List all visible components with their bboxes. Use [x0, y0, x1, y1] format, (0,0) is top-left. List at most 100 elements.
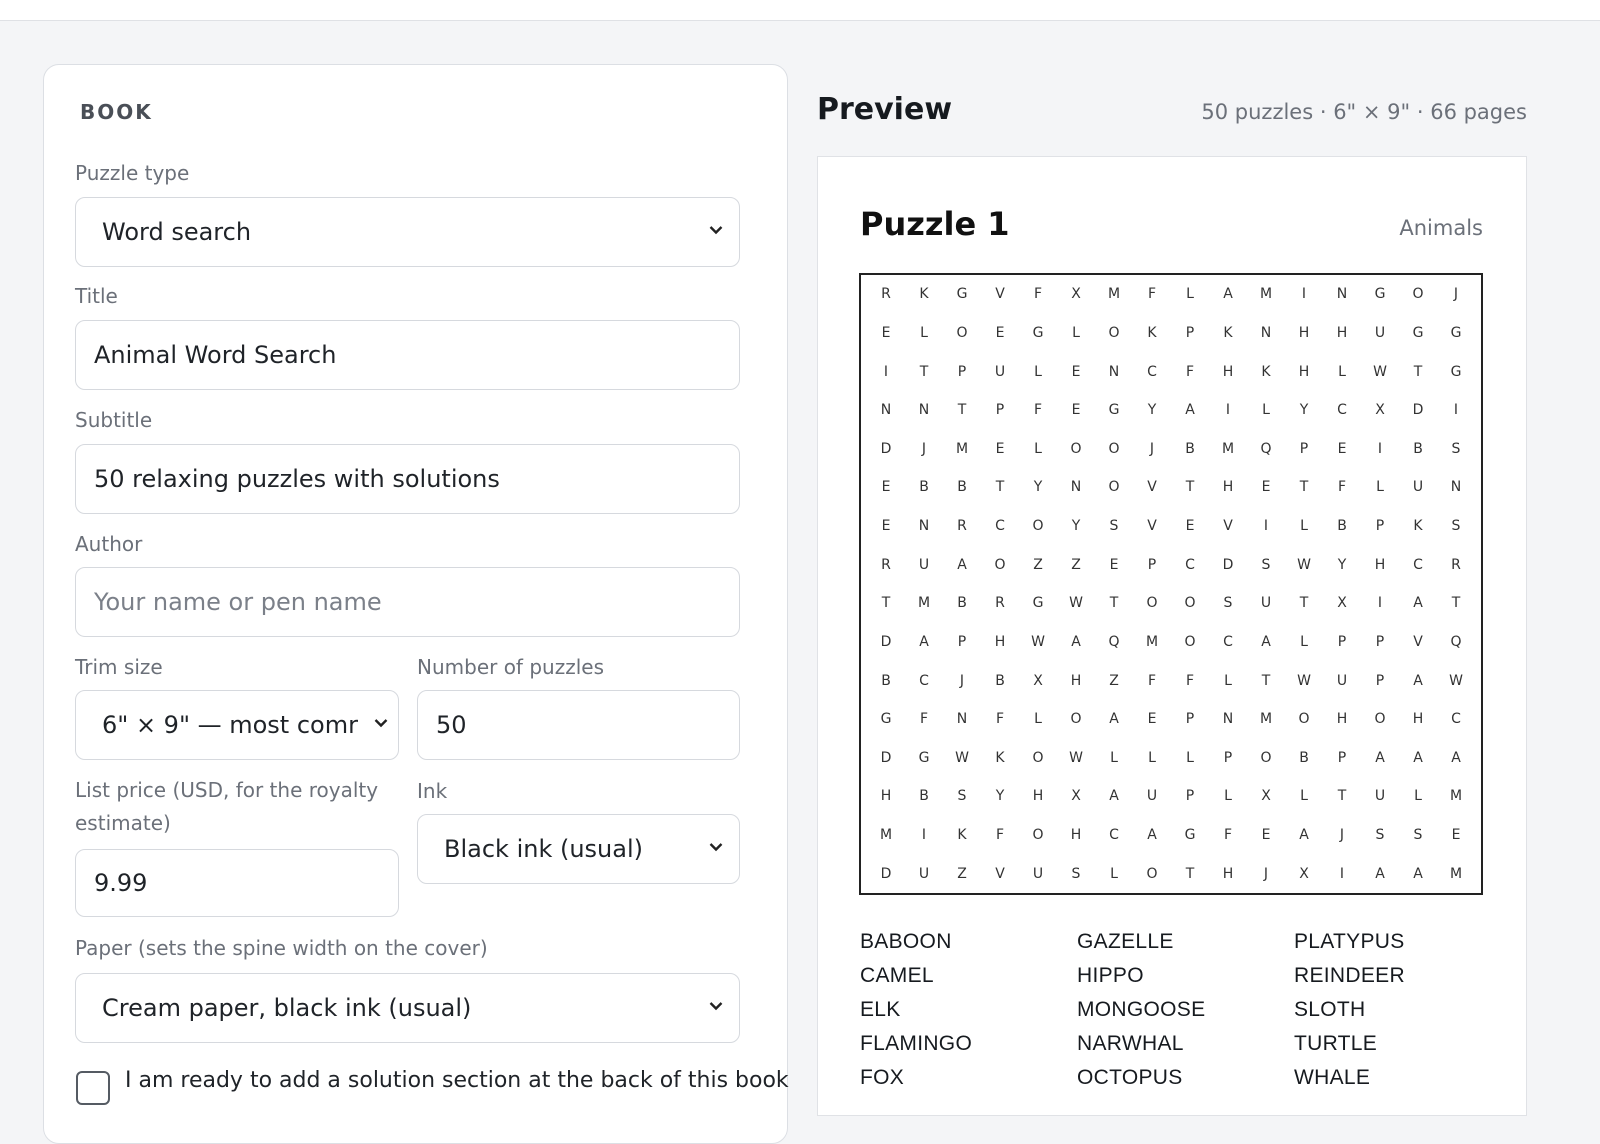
preview-heading: Preview: [817, 92, 953, 127]
grid-cell: P: [1375, 518, 1385, 535]
grid-cell: N: [918, 402, 930, 419]
grid-cell: A: [957, 556, 967, 573]
grid-cell: Y: [1071, 518, 1081, 535]
grid-cell: A: [1375, 749, 1385, 766]
grid-cell: U: [1374, 788, 1386, 805]
grid-cell: O: [1032, 749, 1044, 766]
grid-cell: L: [1034, 363, 1042, 380]
grid-cell: L: [1338, 363, 1346, 380]
title-input[interactable]: [75, 320, 740, 390]
grid-cell: F: [995, 711, 1005, 728]
num-puzzles-input[interactable]: [417, 690, 740, 760]
grid-cell: W: [1031, 633, 1045, 650]
trim-size-select[interactable]: 6" × 9" — most comr: [75, 690, 399, 760]
grid-cell: L: [1072, 324, 1080, 341]
grid-cell: Q: [1108, 633, 1120, 650]
grid-cell: F: [1147, 286, 1157, 303]
grid-cell: D: [1412, 402, 1424, 419]
grid-cell: L: [1186, 286, 1194, 303]
grid-cell: I: [1225, 402, 1231, 419]
paper-label: Paper (sets the spine width on the cover…: [75, 936, 488, 960]
word-list-item: ELK: [860, 998, 901, 1021]
grid-cell: A: [1109, 711, 1119, 728]
grid-cell: F: [1223, 827, 1233, 844]
word-list-item: SLOTH: [1294, 998, 1366, 1021]
grid-cell: T: [881, 595, 891, 612]
puzzle-type-select[interactable]: Word search: [75, 197, 740, 267]
grid-cell: X: [1299, 865, 1309, 882]
chevron-down-icon: [709, 1001, 723, 1015]
grid-cell: D: [880, 633, 892, 650]
grid-cell: E: [995, 324, 1005, 341]
grid-cell: V: [1147, 479, 1157, 496]
grid-cell: O: [1146, 595, 1158, 612]
grid-cell: J: [1149, 440, 1155, 457]
grid-cell: P: [1375, 672, 1385, 689]
grid-cell: P: [1185, 788, 1195, 805]
grid-cell: O: [1070, 440, 1082, 457]
grid-cell: O: [1298, 711, 1310, 728]
subtitle-input[interactable]: [75, 444, 740, 514]
grid-cell: E: [1109, 556, 1119, 573]
grid-cell: B: [957, 595, 967, 612]
grid-cell: L: [1110, 865, 1118, 882]
grid-cell: S: [1071, 865, 1081, 882]
grid-cell: P: [957, 633, 967, 650]
grid-cell: B: [1337, 518, 1347, 535]
word-list: BABOON GAZELLE PLATYPUS CAMEL HIPPO REINDEER E…: [860, 925, 1510, 1095]
grid-cell: X: [1071, 788, 1081, 805]
grid-cell: V: [1223, 518, 1233, 535]
grid-cell: F: [1033, 402, 1043, 419]
grid-cell: E: [995, 440, 1005, 457]
grid-cell: F: [1337, 479, 1347, 496]
trim-size-label: Trim size: [75, 655, 163, 679]
grid-cell: B: [919, 479, 929, 496]
grid-cell: W: [955, 749, 969, 766]
grid-cell: D: [880, 749, 892, 766]
solutions-checkbox[interactable]: [76, 1071, 110, 1105]
grid-cell: J: [1339, 827, 1345, 844]
grid-cell: K: [1261, 363, 1271, 380]
grid-cell: Y: [995, 788, 1005, 805]
ink-select[interactable]: Black ink (usual): [417, 814, 740, 884]
grid-cell: O: [1146, 865, 1158, 882]
paper-value: Cream paper, black ink (usual): [102, 994, 472, 1022]
author-input[interactable]: [75, 567, 740, 637]
paper-select[interactable]: Cream paper, black ink (usual): [75, 973, 740, 1043]
grid-cell: P: [1299, 440, 1309, 457]
grid-cell: T: [1337, 788, 1347, 805]
grid-cell: L: [1262, 402, 1270, 419]
grid-cell: P: [1375, 633, 1385, 650]
grid-cell: O: [1108, 440, 1120, 457]
grid-cell: L: [920, 324, 928, 341]
grid-cell: D: [880, 440, 892, 457]
grid-cell: W: [1297, 672, 1311, 689]
grid-cell: A: [1375, 865, 1385, 882]
grid-cell: M: [1259, 286, 1273, 303]
grid-cell: Y: [1147, 402, 1157, 419]
grid-cell: C: [1223, 633, 1233, 650]
grid-cell: F: [1147, 672, 1157, 689]
grid-cell: V: [1413, 633, 1423, 650]
list-price-input[interactable]: [75, 849, 399, 917]
top-bar: [0, 0, 1600, 21]
grid-cell: I: [883, 363, 889, 380]
grid-cell: B: [919, 788, 929, 805]
grid-cell: M: [1107, 286, 1121, 303]
num-puzzles-label: Number of puzzles: [417, 655, 604, 679]
grid-cell: O: [1184, 633, 1196, 650]
grid-cell: T: [957, 402, 967, 419]
grid-cell: X: [1071, 286, 1081, 303]
grid-cell: N: [1450, 479, 1462, 496]
grid-cell: P: [1185, 711, 1195, 728]
grid-cell: N: [1336, 286, 1348, 303]
grid-cell: H: [1070, 672, 1082, 689]
grid-cell: W: [1069, 749, 1083, 766]
grid-cell: S: [1413, 827, 1423, 844]
grid-cell: L: [1300, 633, 1308, 650]
puzzle-theme: Animals: [1399, 216, 1483, 240]
grid-cell: W: [1297, 556, 1311, 573]
grid-cell: Q: [1260, 440, 1272, 457]
preview-meta: 50 puzzles · 6" × 9" · 66 pages: [1201, 100, 1527, 124]
grid-cell: J: [921, 440, 927, 457]
